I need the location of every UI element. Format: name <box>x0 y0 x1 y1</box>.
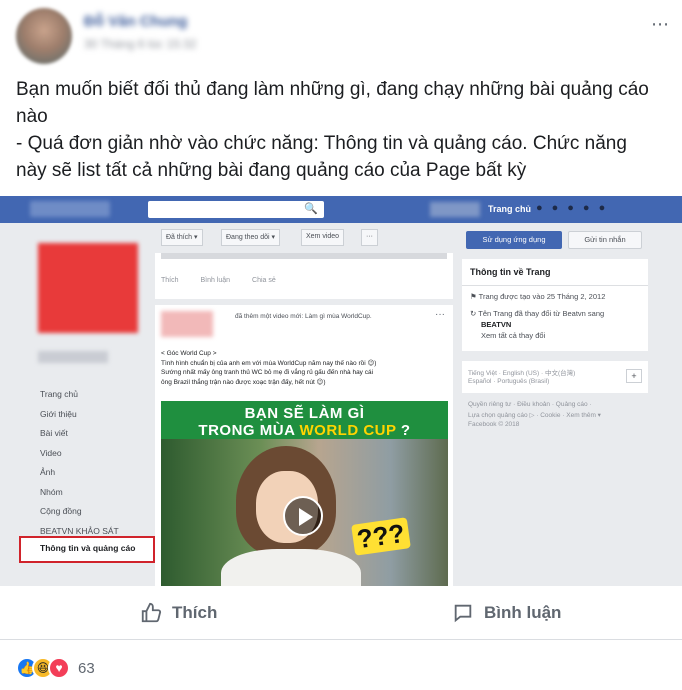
more-button: ··· <box>361 229 378 246</box>
page-transparency-box: Thông tin về Trang ⚑ Trang được tạo vào … <box>462 259 648 351</box>
page-cta-row: Sử dụng ứng dụng Gửi tin nhắn <box>462 227 648 251</box>
feed-post-2: đã thêm một video mới: Làm gì mùa WorldC… <box>155 305 453 586</box>
page-nav-item: Giới thiệu <box>40 408 77 419</box>
post-text-line: Bạn muốn biết đối thủ đang làm những gì,… <box>16 79 649 100</box>
feed-post-2-author-blurred <box>161 311 213 337</box>
watch-video-button: Xem video <box>301 229 345 246</box>
feed-post-2-line: < Góc World Cup > <box>161 350 217 357</box>
language-list-2: Español · Português (Brasil) <box>468 378 550 385</box>
search-icon: 🔍 <box>304 203 318 215</box>
fb-topbar: 🔍 Trang chủ ●●●●● <box>0 196 682 223</box>
page-new-name: BEATVN <box>481 320 512 329</box>
like-action: Thích <box>161 277 179 284</box>
page-nav-item: Trang chủ <box>40 389 78 399</box>
post-actions: Thích Bình luận <box>0 586 682 640</box>
author-name[interactable]: Đỗ Văn Chung <box>84 13 187 30</box>
comment-button[interactable]: Bình luận <box>452 586 561 640</box>
post-text-line: nào <box>16 106 48 127</box>
feed-post-1-reactions: Thích Bình luận Chia sẻ <box>161 277 296 284</box>
fb-topbar-icons: ●●●●● <box>536 202 615 214</box>
fb-profile-blurred <box>430 202 480 217</box>
page-profile-picture-blurred <box>38 243 138 333</box>
footer-links-2: Lựa chọn quảng cáo ▷ · Cookie · Xem thêm… <box>468 412 601 419</box>
following-button: Đang theo dõi ▾ <box>221 229 281 246</box>
video-title-prefix: TRONG MÙA <box>198 422 295 439</box>
footer-copyright: Facebook © 2018 <box>468 421 520 428</box>
video-title-question: ? <box>396 422 411 439</box>
divider <box>462 285 648 286</box>
reaction-summary[interactable]: 👍 😆 ♥ 63 <box>16 656 95 680</box>
language-box: Tiếng Việt · English (US) · 中文(台灣) Españ… <box>462 361 648 393</box>
see-all-changes-link: Xem tất cả thay đổi <box>481 331 546 340</box>
play-icon <box>283 496 323 536</box>
post-text-line: - Quá đơn giản nhờ vào chức năng: Thông … <box>16 133 627 154</box>
page-nav-item: Bài viết <box>40 428 68 438</box>
page-renamed-info: ↻ Tên Trang đã thay đổi từ Beatvn sang <box>470 309 605 318</box>
feed-post-1: Thích Bình luận Chia sẻ <box>155 253 453 299</box>
feed-post-2-more-icon: ··· <box>435 309 445 320</box>
page-created-info: ⚑ Trang được tạo vào 25 Tháng 2, 2012 <box>470 292 606 301</box>
send-message-button: Gửi tin nhắn <box>568 231 642 249</box>
comment-action: Bình luận <box>200 277 231 284</box>
video-person-body <box>221 549 361 586</box>
feed-post-2-line: Tình hình chuẩn bị của anh em với mùa Wo… <box>161 359 377 367</box>
author-avatar[interactable] <box>16 8 72 64</box>
post-text: Bạn muốn biết đối thủ đang làm những gì,… <box>16 76 666 184</box>
video-title-worldcup: WORLD CUP <box>299 422 397 439</box>
info-and-ads-nav-item: Thông tin và quảng cáo <box>40 543 136 553</box>
add-language-icon: + <box>626 369 642 383</box>
footer-links-1: Quyền riêng tư · Điều khoản · Quảng cáo … <box>468 401 592 408</box>
page-center-column: Đã thích ▾ Đang theo dõi ▾ Xem video ···… <box>155 223 455 586</box>
language-list-1: Tiếng Việt · English (US) · 中文(台灣) <box>468 370 576 377</box>
fb-search-box: 🔍 <box>148 201 324 218</box>
post-header: Đỗ Văn Chung 30 Tháng 6 lúc 15:32 ⋯ <box>0 0 682 70</box>
liked-button: Đã thích ▾ <box>161 229 203 246</box>
page-nav-item: Cộng đồng <box>40 506 82 516</box>
page-created-text: Trang được tạo vào 25 Tháng 2, 2012 <box>478 292 606 301</box>
feed-post-2-header: đã thêm một video mới: Làm gì mùa WorldC… <box>235 313 372 320</box>
like-button[interactable]: Thích <box>140 586 217 640</box>
feed-post-2-line: ông Brazil thắng trận nào được xoạc trận… <box>161 378 326 386</box>
love-icon: ♥ <box>48 657 70 679</box>
page-right-column: Sử dụng ứng dụng Gửi tin nhắn Thông tin … <box>462 223 648 586</box>
feed-post-2-line: Sướng nhất mấy ông tranh thủ WC bỏ mẹ đi… <box>161 369 374 376</box>
use-app-button: Sử dụng ứng dụng <box>466 231 562 249</box>
feed-post-2-text: < Góc World Cup > Tình hình chuẩn bị của… <box>161 349 449 387</box>
facebook-post: Đỗ Văn Chung 30 Tháng 6 lúc 15:32 ⋯ Bạn … <box>0 0 682 690</box>
feed-post-2-video: BẠN SẼ LÀM GÌ TRONG MÙA WORLD CUP ? ??? <box>161 401 448 586</box>
page-left-nav: Trang chủ Giới thiệu Bài viết Video Ảnh … <box>40 389 119 545</box>
more-options-icon[interactable]: ⋯ <box>651 14 670 35</box>
page-action-bar: Đã thích ▾ Đang theo dõi ▾ Xem video ··· <box>155 229 455 247</box>
page-nav-item: Nhóm <box>40 486 63 497</box>
video-title-line-2: TRONG MÙA WORLD CUP ? <box>161 422 448 440</box>
share-action: Chia sẻ <box>252 277 276 284</box>
page-nav-item: Video <box>40 447 62 458</box>
post-timestamp[interactable]: 30 Tháng 6 lúc 15:32 <box>84 37 197 51</box>
reaction-count[interactable]: 63 <box>78 660 95 677</box>
fb-home-link: Trang chủ <box>488 204 532 214</box>
fb-logo-blurred <box>30 201 110 217</box>
feed-post-1-image-strip <box>161 253 447 259</box>
comment-label: Bình luận <box>484 603 562 622</box>
page-renamed-to: BEATVN <box>481 320 511 330</box>
like-icon <box>141 602 162 623</box>
page-nav-item: Ảnh <box>40 467 56 477</box>
post-image-screenshot[interactable]: 🔍 Trang chủ ●●●●● Trang chủ Giới thiệu B… <box>0 196 682 586</box>
video-title-line-1: BẠN SẼ LÀM GÌ <box>244 405 365 422</box>
page-name-blurred <box>38 351 108 363</box>
page-left-column: Trang chủ Giới thiệu Bài viết Video Ảnh … <box>0 223 155 586</box>
like-label: Thích <box>172 603 218 622</box>
page-renamed-text: Tên Trang đã thay đổi từ Beatvn sang <box>478 309 605 318</box>
video-title: BẠN SẼ LÀM GÌ <box>161 405 448 423</box>
post-text-line: này sẽ list tất cả những bài đang quảng … <box>16 160 527 181</box>
page-transparency-title: Thông tin về Trang <box>470 267 551 277</box>
comment-icon <box>454 604 472 623</box>
